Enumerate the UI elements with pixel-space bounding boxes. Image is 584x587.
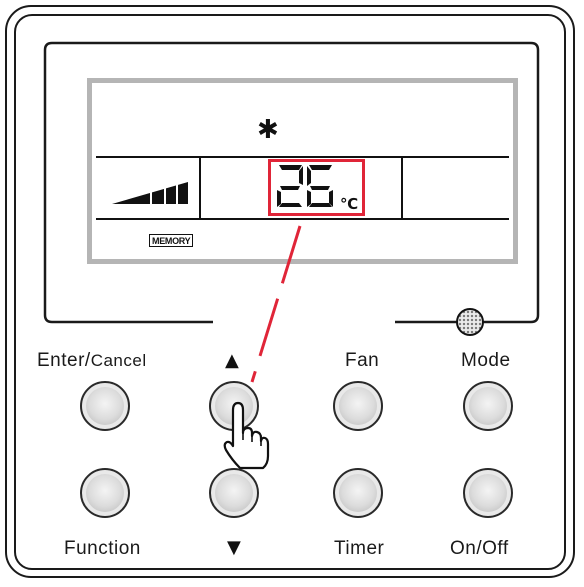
down-button[interactable] [209,468,259,518]
on-off-button[interactable] [463,468,513,518]
on-off-label: On/Off [450,538,509,559]
fan-button[interactable] [333,381,383,431]
function-label: Function [64,538,141,559]
up-arrow-label: ▲ [225,350,239,371]
mode-button[interactable] [463,381,513,431]
down-arrow-label: ▼ [227,537,241,558]
pointing-hand-icon [223,401,270,470]
mode-label: Mode [461,350,511,371]
enter-cancel-button[interactable] [80,381,130,431]
function-button[interactable] [80,468,130,518]
fan-label: Fan [345,350,380,371]
enter-cancel-label: Enter/Cancel [37,350,147,371]
timer-button[interactable] [333,468,383,518]
timer-label: Timer [334,538,385,559]
